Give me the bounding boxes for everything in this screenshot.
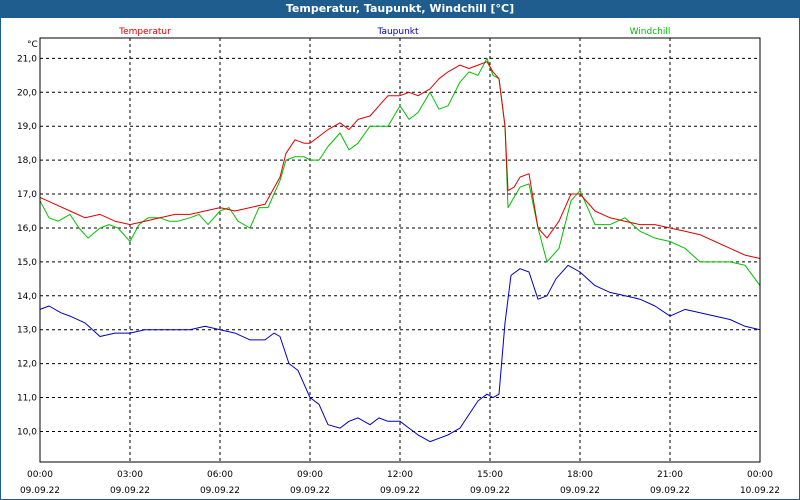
x-tick-date: 09.09.22 [560,486,600,496]
x-tick-time: 18:00 [567,470,593,480]
x-tick-date: 09.09.22 [380,486,420,496]
x-tick-date: 09.09.22 [110,486,150,496]
x-tick-date: 09.09.22 [650,486,690,496]
x-tick-date: 09.09.22 [200,486,240,496]
y-tick-label: 15,0 [17,258,37,268]
y-tick-label: 18,0 [17,156,37,166]
x-tick-time: 15:00 [477,470,503,480]
x-axis: 00:00 09.09.22 03:00 09.09.22 06:00 09.09.22 0… [20,470,780,496]
y-tick-label: 11,0 [17,394,37,404]
x-tick-time: 21:00 [657,470,683,480]
x-tick-date: 10.09.22 [740,486,780,496]
x-tick-date: 09.09.22 [20,486,60,496]
y-tick-label: 17,0 [17,190,37,200]
legend-taupunkt: Taupunkt [376,27,419,37]
x-tick-time: 00:00 [747,470,773,480]
y-tick-label: 20,0 [17,88,37,98]
legend: Temperatur Taupunkt Windchill [118,27,670,37]
x-tick-time: 06:00 [207,470,233,480]
y-tick-label: 19,0 [17,122,37,132]
y-tick-label: 13,0 [17,326,37,336]
x-tick-time: 12:00 [387,470,413,480]
y-tick-label: 14,0 [17,292,37,302]
legend-windchill: Windchill [630,27,671,37]
y-tick-label: 12,0 [17,360,37,370]
x-tick-date: 09.09.22 [290,486,330,496]
y-axis: °C 10,0 11,0 12,0 13,0 14,0 15,0 16,0 17,0 18,0 1… [17,40,38,437]
grid-lines [40,38,760,462]
x-tick-date: 09.09.22 [470,486,510,496]
y-tick-label: 10,0 [17,427,37,437]
y-axis-unit-label: °C [27,40,38,50]
y-tick-label: 16,0 [17,224,37,234]
legend-temperatur: Temperatur [118,27,171,37]
x-tick-time: 03:00 [117,470,143,480]
line-chart: °C 10,0 11,0 12,0 13,0 14,0 15,0 16,0 17,0 18,0 1… [17,27,780,496]
y-tick-label: 21,0 [17,54,37,64]
x-tick-time: 09:00 [297,470,323,480]
x-tick-time: 00:00 [27,470,53,480]
